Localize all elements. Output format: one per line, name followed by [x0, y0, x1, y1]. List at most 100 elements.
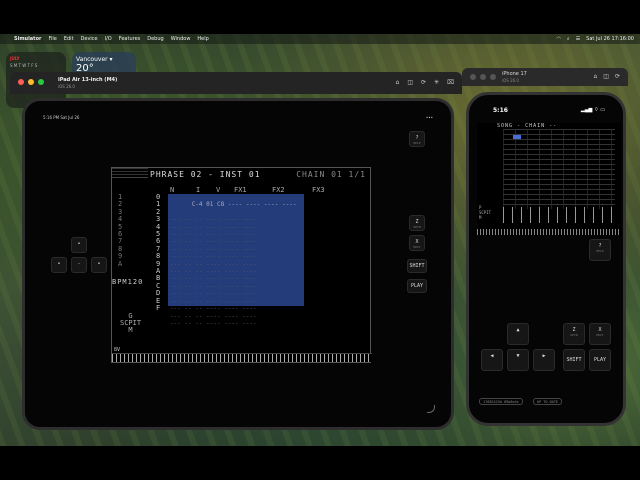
play-button-label: PLAY	[593, 357, 607, 363]
shift-button-label: SHIFT	[566, 357, 582, 363]
help-button-sub: HELP	[413, 141, 421, 145]
letterbox-bottom	[0, 446, 640, 480]
menubar-clock[interactable]: Sat Jul 26 17:16:00	[586, 36, 634, 42]
scope-pitch-indicator: G SCPIT M	[120, 312, 142, 334]
home-icon[interactable]: ⌂	[593, 73, 597, 80]
col-volume: V	[216, 186, 221, 194]
close-window-button[interactable]	[470, 74, 476, 80]
phrase-row[interactable]: --- -- -- ---- ---- ----	[170, 261, 296, 268]
phrase-header: PHRASE 02 - INST 01	[150, 170, 261, 179]
phrase-row[interactable]: --- -- -- ---- ---- ----	[170, 283, 296, 290]
dpad-right-button[interactable]: •	[91, 257, 107, 273]
dpad-left-button[interactable]: ◀	[481, 349, 503, 371]
minimize-window-button[interactable]	[480, 74, 486, 80]
ipad-status-time: 5:16 PM Sat Jul 26	[43, 115, 80, 120]
step-numbers: 0 1 2 3 4 5 6 7 8 9 A B C D E F	[156, 193, 161, 313]
phrase-row[interactable]: --- -- -- ---- ---- ----	[170, 313, 296, 320]
phrase-row[interactable]: --- -- -- ---- ---- ----	[170, 238, 296, 245]
ipad-status-icons: •••	[425, 115, 433, 120]
col-instrument: I	[196, 186, 201, 194]
channel-meters	[503, 207, 615, 223]
track-numbers: 1 2 3 4 5 6 7 8 9 A	[118, 193, 123, 268]
screenshot-icon[interactable]: ◫	[407, 79, 413, 86]
calendar-days: S M T W T F S	[10, 63, 38, 68]
resize-corner-icon	[427, 405, 435, 413]
shift-button-label: SHIFT	[409, 263, 425, 269]
bpm-display: BPM120	[112, 278, 144, 286]
zoom-window-button[interactable]	[490, 74, 496, 80]
phrase-grid[interactable]: C-4 01 C8 ---- ---- ---- ---- --- -- -- …	[170, 194, 296, 327]
z-option-button[interactable]: Z OPTN	[409, 215, 425, 231]
dpad-up-button[interactable]: ▲	[507, 323, 529, 345]
iphone-window-title: iPhone 17	[502, 71, 527, 77]
play-button[interactable]: PLAY	[407, 279, 427, 293]
menu-file[interactable]: File	[48, 36, 56, 42]
phrase-row[interactable]: C-4 01 C8 ---- ---- ---- ----	[192, 201, 297, 208]
x-edit-button[interactable]: X EDIT	[589, 323, 611, 345]
menu-features[interactable]: Features	[119, 36, 141, 42]
help-button[interactable]: ? HELP	[589, 239, 611, 261]
screenshot-icon[interactable]: ◫	[603, 73, 609, 80]
iphone-simulator-titlebar[interactable]: iPhone 17 iOS 26.0 ⌂ ◫ ⟳	[462, 68, 628, 86]
dpad-left-button[interactable]: •	[51, 257, 67, 273]
menu-debug[interactable]: Debug	[147, 36, 163, 42]
ipad-window-title: iPad Air 13-inch (M4)	[58, 77, 118, 83]
dpad-up-button[interactable]: •	[71, 237, 87, 253]
phrase-row[interactable]: --- -- -- ---- ---- ----	[170, 290, 296, 297]
close-window-button[interactable]	[18, 79, 24, 85]
phrase-row[interactable]: --- -- -- ---- ---- ----	[170, 231, 296, 238]
x-button-sub: EDIT	[596, 333, 604, 337]
ipad-simulator-titlebar[interactable]: iPad Air 13-inch (M4) iOS 26.0 ⌂ ◫ ⟳ ✳ ⌧	[10, 72, 462, 94]
ipad-device-screen[interactable]: 5:16 PM Sat Jul 26 ••• • • - • ? HELP Z …	[22, 98, 454, 430]
z-button-sub: OPTN	[413, 225, 421, 229]
menu-help[interactable]: Help	[197, 36, 208, 42]
phrase-row[interactable]: --- -- -- ---- ---- ----	[170, 275, 296, 282]
z-option-button[interactable]: Z OPTN	[563, 323, 585, 345]
wifi-icon[interactable]: ◠	[557, 36, 561, 42]
x-edit-button[interactable]: X EDIT	[409, 235, 425, 251]
minimize-window-button[interactable]	[28, 79, 34, 85]
menu-edit[interactable]: Edit	[64, 36, 74, 42]
dpad-center-button[interactable]: -	[71, 257, 87, 273]
zoom-window-button[interactable]	[38, 79, 44, 85]
chain-header: CHAIN 01 1/1	[296, 170, 366, 179]
phrase-row[interactable]: --- -- -- ---- ---- ----	[170, 320, 296, 327]
rotate-icon[interactable]: ⟳	[615, 73, 620, 80]
update-status-badge: UP TO DATE	[533, 398, 563, 405]
phrase-row[interactable]: --- -- -- ---- ---- ----	[170, 268, 296, 275]
play-button[interactable]: PLAY	[589, 349, 611, 371]
control-center-icon[interactable]: ☰	[576, 36, 580, 42]
piano-keyboard[interactable]	[112, 353, 372, 362]
phrase-row[interactable]: --- -- -- ---- ---- ----	[170, 224, 296, 231]
iphone-tracker-screen[interactable]: SONG - CHAIN -- P SCPIT M	[477, 123, 621, 235]
piano-keyboard[interactable]	[477, 229, 621, 235]
shift-button[interactable]: SHIFT	[563, 349, 585, 371]
shift-button[interactable]: SHIFT	[407, 259, 427, 273]
lock-icon[interactable]: ⌧	[447, 79, 454, 86]
phrase-row[interactable]: --- -- -- ---- ---- ----	[170, 216, 296, 223]
phrase-row[interactable]: --- -- -- ---- ---- ----	[170, 305, 296, 312]
phrase-row[interactable]: --- -- -- ---- ---- ----	[170, 246, 296, 253]
col-fx3: FX3	[312, 186, 325, 194]
tracker-screen[interactable]: PHRASE 02 - INST 01 CHAIN 01 1/1 N I V F…	[111, 167, 372, 363]
dpad-down-button[interactable]: ▼	[507, 349, 529, 371]
iphone-status-icons: ▂▄▆ ⌔ ▭	[580, 107, 605, 113]
menu-window[interactable]: Window	[171, 36, 191, 42]
build-version-badge: 17682425A 89b8e4c	[479, 398, 523, 405]
menu-device[interactable]: Device	[81, 36, 98, 42]
z-button-sub: OPTN	[570, 333, 578, 337]
home-icon[interactable]: ⌂	[396, 79, 400, 86]
brightness-icon[interactable]: ✳	[434, 79, 439, 86]
ipad-window-subtitle: iOS 26.0	[58, 84, 75, 89]
dpad-right-button[interactable]: ▶	[533, 349, 555, 371]
rotate-icon[interactable]: ⟳	[421, 79, 426, 86]
search-icon[interactable]: ⌕	[567, 36, 570, 42]
help-button[interactable]: ? HELP	[409, 131, 425, 147]
iphone-device-screen[interactable]: 5:16 ▂▄▆ ⌔ ▭ SONG - CHAIN -- P SCPIT M ?…	[466, 92, 626, 426]
help-button-sub: HELP	[596, 249, 604, 253]
song-grid[interactable]	[503, 129, 615, 209]
menu-app-name[interactable]: Simulator	[14, 36, 41, 42]
phrase-row[interactable]: --- -- -- ---- ---- ----	[170, 253, 296, 260]
menu-io[interactable]: I/O	[105, 36, 112, 42]
phrase-row[interactable]: --- -- -- ---- ---- ----	[170, 298, 296, 305]
